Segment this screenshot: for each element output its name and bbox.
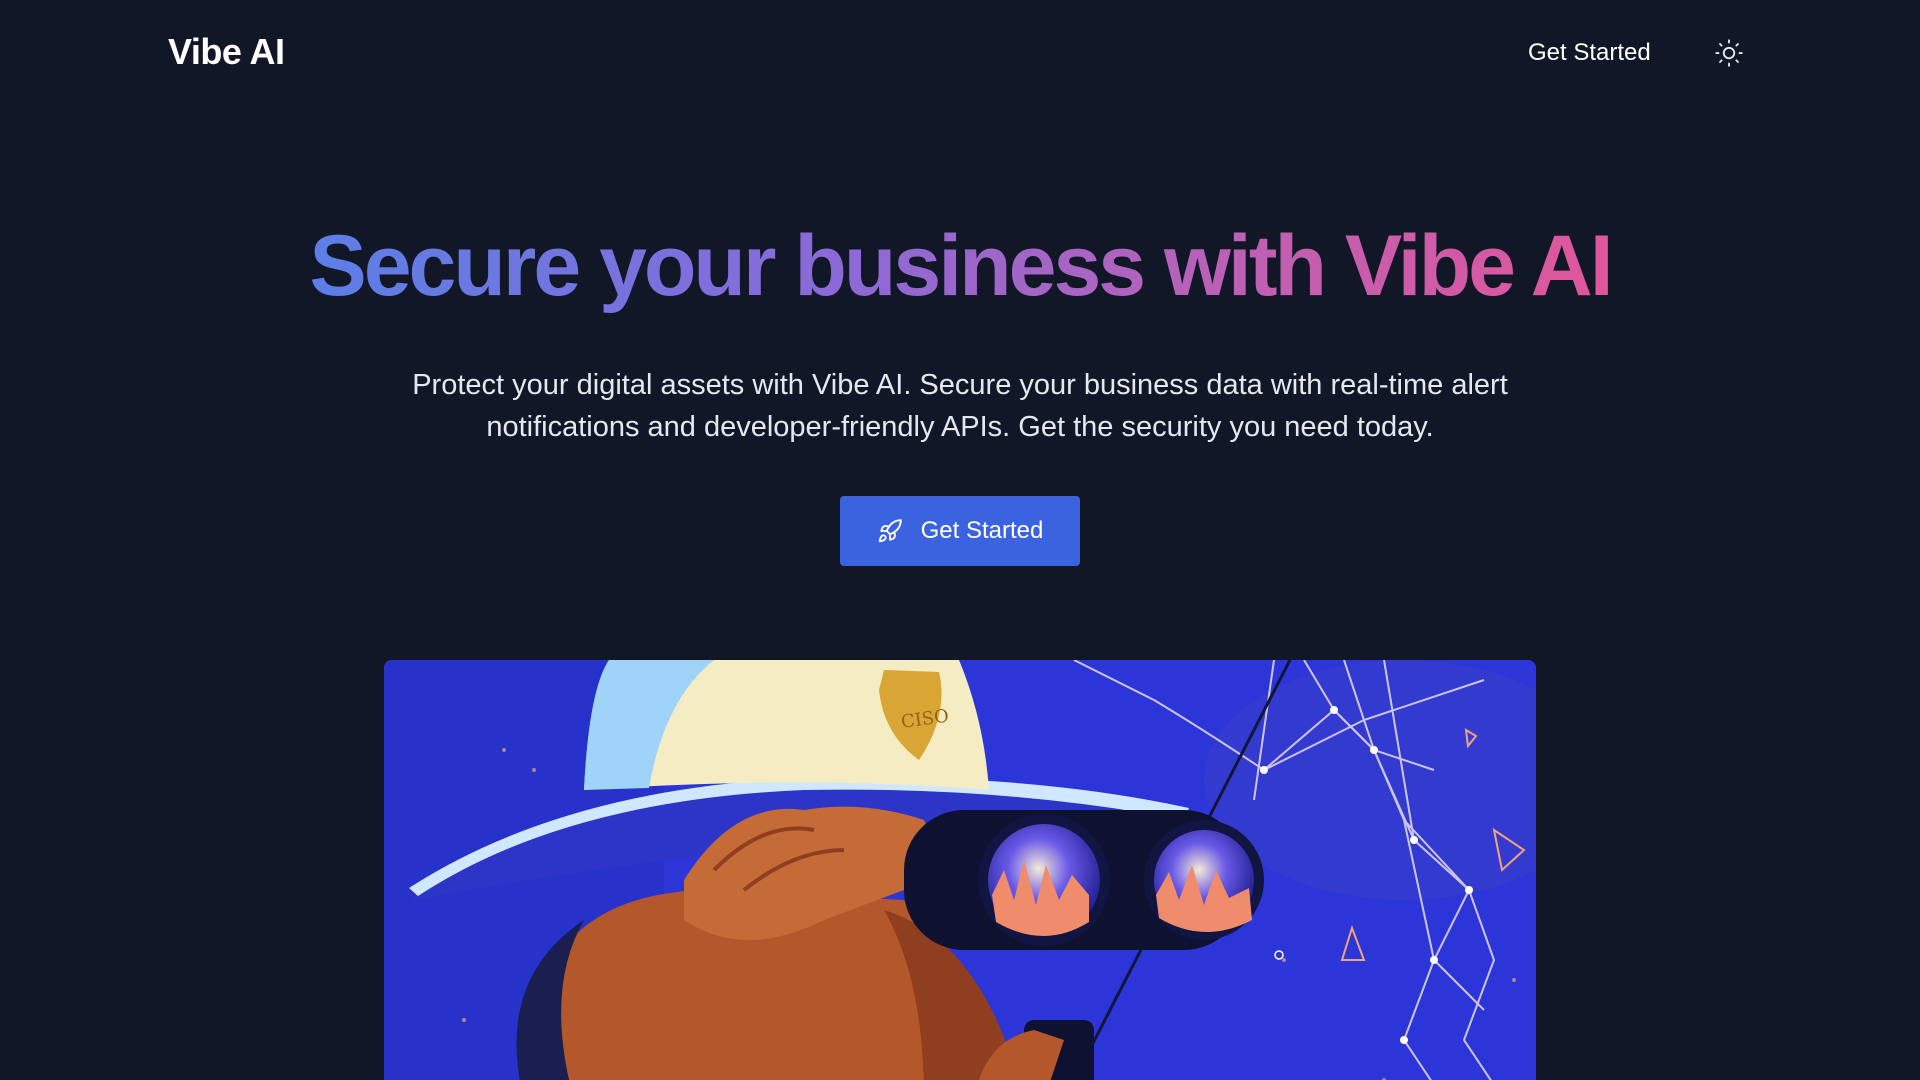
hero-illustration: CISO bbox=[384, 660, 1536, 1080]
hero-title-text: Secure your business with Vibe AI bbox=[309, 218, 1613, 314]
logo[interactable]: Vibe AI bbox=[168, 30, 285, 74]
nav-get-started-link[interactable]: Get Started bbox=[1528, 36, 1651, 70]
illustration-art: CISO bbox=[384, 660, 1536, 1080]
rocket-icon bbox=[877, 518, 903, 544]
theme-toggle-button[interactable] bbox=[1712, 36, 1746, 70]
site-header: Vibe AI Get Started bbox=[0, 0, 1920, 106]
hero-title: Secure your business with Vibe AI bbox=[0, 214, 1920, 318]
sun-icon bbox=[1715, 39, 1743, 67]
hero-subtitle: Protect your digital assets with Vibe AI… bbox=[412, 369, 1508, 443]
page: Vibe AI Get Started Secure your business… bbox=[0, 0, 1920, 1080]
get-started-button-label: Get Started bbox=[920, 517, 1044, 544]
get-started-button[interactable]: Get Started bbox=[840, 496, 1080, 566]
